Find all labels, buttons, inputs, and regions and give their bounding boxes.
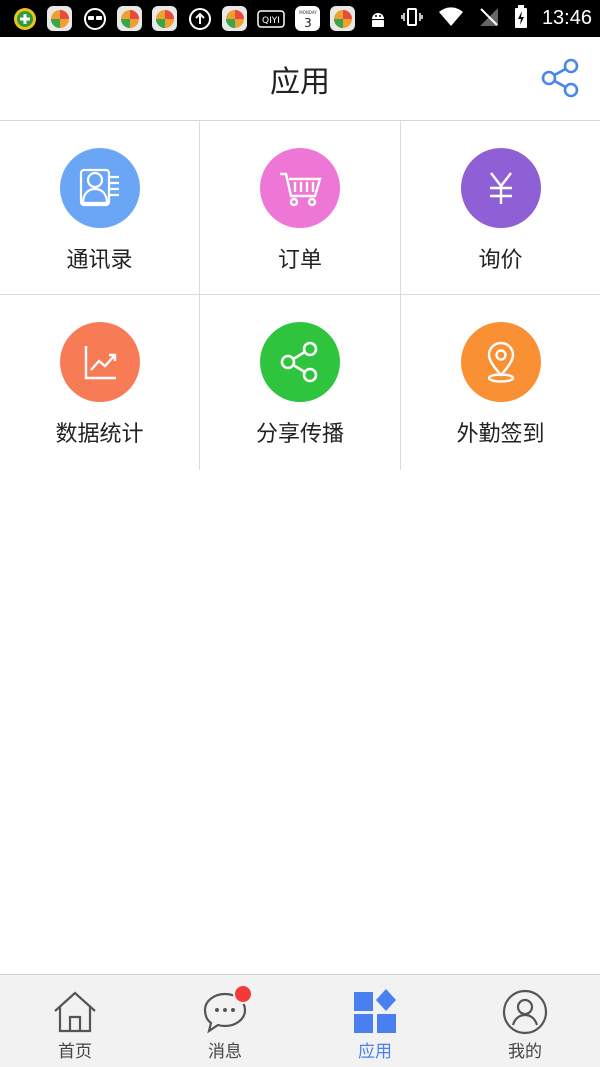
app-label: 分享传播: [255, 422, 344, 447]
page-title: 应用: [270, 64, 330, 100]
status-time: 13:46: [541, 7, 592, 29]
app-item-orders[interactable]: 订单: [200, 121, 401, 295]
app-item-checkin[interactable]: 外勤签到: [401, 295, 600, 470]
yen-icon: [460, 148, 541, 228]
home-icon: [50, 987, 100, 1037]
svg-text:3: 3: [304, 16, 312, 30]
app-item-contacts[interactable]: 通讯录: [0, 121, 200, 295]
battery-icon: [514, 4, 528, 33]
chart-icon: [59, 322, 140, 402]
app-icon: [222, 6, 247, 31]
android-icon: [365, 6, 390, 31]
upload-icon: [187, 6, 212, 31]
app-label: 订单: [277, 248, 322, 273]
nav-item-home[interactable]: 首页: [0, 975, 150, 1067]
cart-icon: [260, 148, 340, 228]
app-label: 通讯录: [66, 248, 133, 273]
contacts-icon: [59, 148, 140, 228]
calendar-icon: MONDAY 3: [295, 6, 320, 31]
nav-label: 消息: [208, 1042, 242, 1062]
profile-icon: [500, 987, 550, 1037]
nav-label: 首页: [58, 1042, 92, 1062]
app-label: 外勤签到: [456, 422, 545, 447]
message-icon: [200, 984, 253, 1037]
app-icon: [117, 6, 142, 31]
nav-item-messages[interactable]: 消息: [150, 975, 300, 1067]
app-label: 数据统计: [55, 422, 144, 447]
share-icon: [260, 322, 340, 402]
app-item-inquiry[interactable]: 询价: [401, 121, 600, 295]
vibrate-icon: [400, 5, 424, 33]
bottom-nav: 首页 消息 应用 我的: [0, 974, 600, 1067]
app-icon: [330, 6, 355, 31]
app-label: 询价: [478, 248, 523, 273]
notification-badge: [233, 984, 253, 1004]
nav-item-apps[interactable]: 应用: [300, 975, 450, 1067]
no-signal-icon: [478, 6, 500, 32]
app-item-share[interactable]: 分享传播: [200, 295, 401, 470]
wifi-icon: [438, 6, 464, 32]
nav-label: 应用: [358, 1042, 392, 1062]
svg-text:MONDAY: MONDAY: [299, 10, 317, 15]
plus-circle-icon: [12, 6, 37, 31]
svg-text:QIYI: QIYI: [262, 16, 280, 26]
status-bar: QIYI MONDAY 3 13:46: [0, 0, 600, 37]
nav-label: 我的: [508, 1042, 542, 1062]
share-button[interactable]: [540, 57, 582, 99]
share-icon: [541, 58, 579, 98]
location-icon: [460, 322, 541, 402]
apps-icon: [350, 987, 400, 1037]
app-icon: [47, 6, 72, 31]
glasses-icon: [82, 6, 107, 31]
app-grid: 通讯录 订单 询价 数据统计 分享传播 外勤签到: [0, 121, 600, 470]
app-icon: [152, 6, 177, 31]
nav-item-profile[interactable]: 我的: [450, 975, 600, 1067]
app-header: 应用: [0, 37, 600, 121]
iqiyi-icon: QIYI: [257, 6, 285, 31]
app-item-statistics[interactable]: 数据统计: [0, 295, 200, 470]
